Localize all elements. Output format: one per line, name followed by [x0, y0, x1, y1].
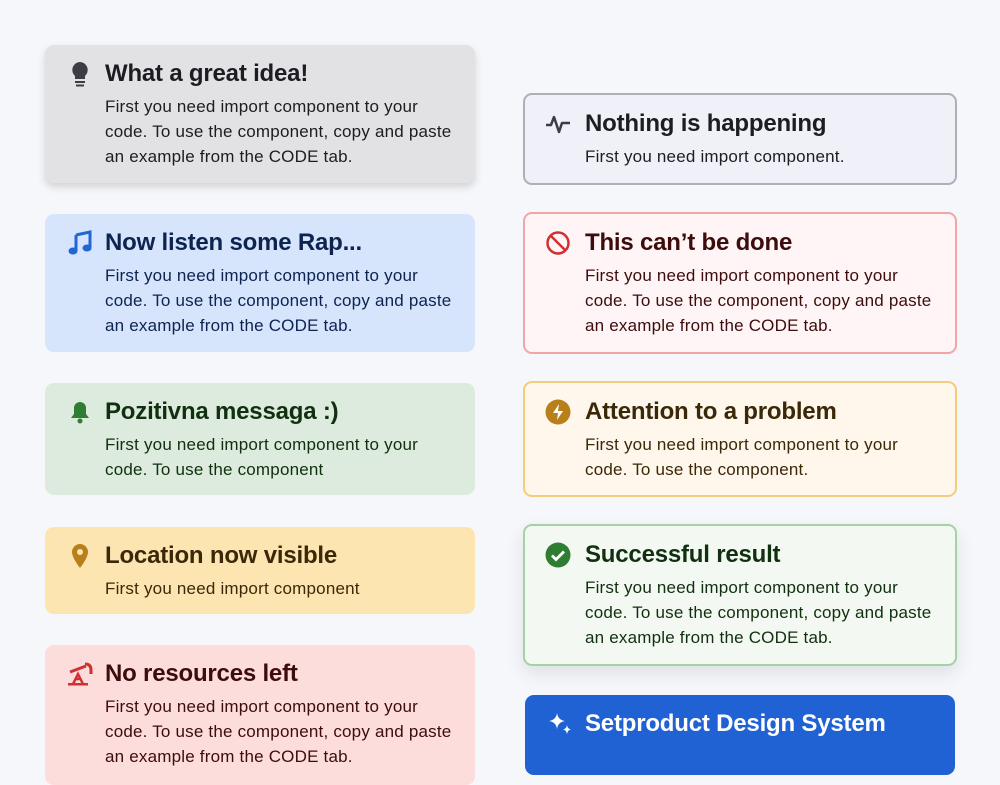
location-pin-icon — [67, 543, 93, 569]
alert-card-positive: Pozitivna messaga :) First you need impo… — [45, 383, 475, 495]
alert-card-brand: Setproduct Design System — [525, 695, 955, 775]
alert-card-music: Now listen some Rap... First you need im… — [45, 214, 475, 352]
alert-title: No resources left — [105, 659, 457, 689]
check-circle-icon — [545, 542, 571, 568]
alert-card-error: This can’t be done First you need import… — [523, 212, 957, 354]
bell-icon — [67, 399, 93, 425]
alert-title: Setproduct Design System — [585, 709, 937, 739]
alert-body: First you need import component to your … — [105, 263, 457, 338]
lightbulb-icon — [67, 61, 93, 87]
alert-title: Pozitivna messaga :) — [105, 397, 457, 427]
alert-card-warning: Attention to a problem First you need im… — [523, 381, 957, 497]
alert-title: Nothing is happening — [585, 109, 937, 139]
block-icon — [545, 230, 571, 256]
alert-card-nothing: Nothing is happening First you need impo… — [523, 93, 957, 185]
oil-pump-icon — [67, 661, 93, 687]
alert-body: First you need import component. — [585, 144, 937, 169]
alert-body: First you need import component to your … — [585, 263, 937, 338]
alert-body: First you need import component to your … — [585, 432, 937, 482]
alert-body: First you need import component — [105, 576, 457, 601]
alert-body: First you need import component to your … — [105, 694, 457, 769]
sparkles-icon — [547, 711, 573, 737]
alert-title: Successful result — [585, 540, 937, 570]
alert-body: First you need import component to your … — [105, 432, 457, 482]
alert-card-success: Successful result First you need import … — [523, 524, 957, 666]
alert-body: First you need import component to your … — [105, 94, 457, 169]
alert-card-location: Location now visible First you need impo… — [45, 527, 475, 614]
alert-title: Now listen some Rap... — [105, 228, 457, 258]
pulse-icon — [545, 111, 571, 137]
music-note-icon — [67, 230, 93, 256]
lightning-icon — [545, 399, 571, 425]
alert-title: What a great idea! — [105, 59, 457, 89]
alert-body: First you need import component to your … — [585, 575, 937, 650]
alert-title: Attention to a problem — [585, 397, 937, 427]
alert-title: This can’t be done — [585, 228, 937, 258]
alert-title: Location now visible — [105, 541, 457, 571]
alert-card-resources: No resources left First you need import … — [45, 645, 475, 785]
alert-card-idea: What a great idea! First you need import… — [45, 45, 475, 183]
